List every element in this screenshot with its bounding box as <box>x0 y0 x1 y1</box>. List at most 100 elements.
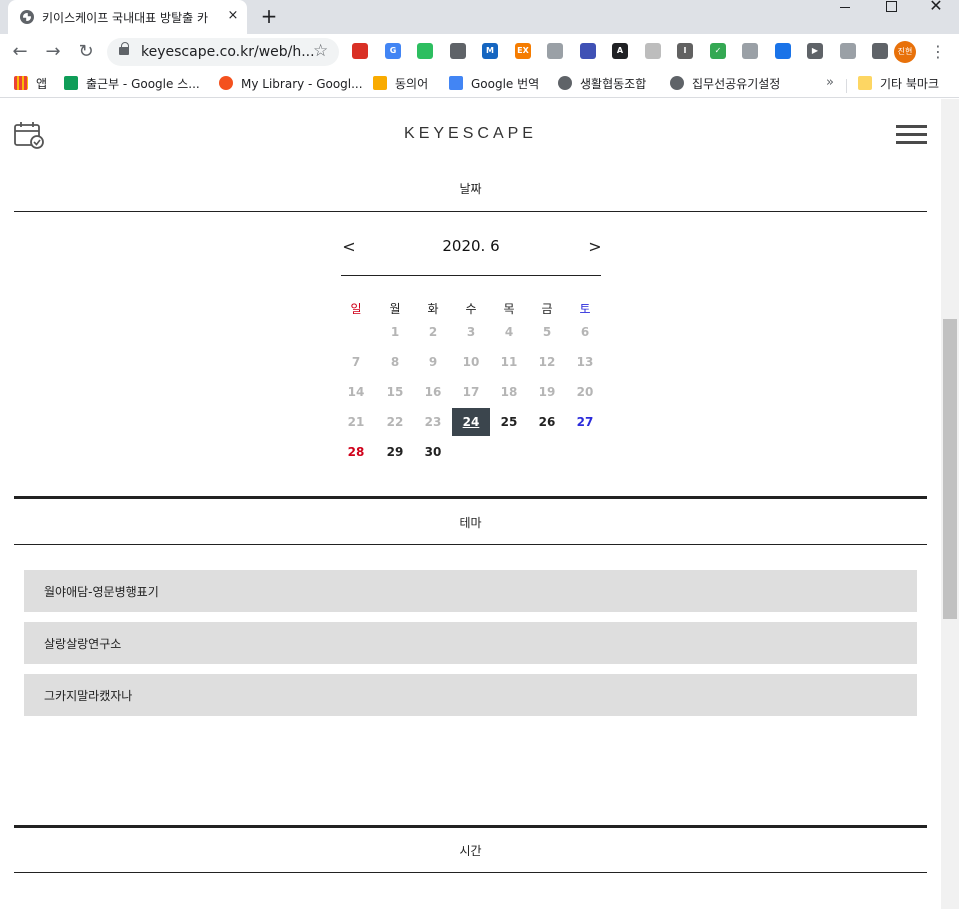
more-vert-icon[interactable]: ⋮ <box>930 42 946 62</box>
bookmark-synonyms[interactable]: 동의어 <box>373 75 428 93</box>
calendar-day[interactable]: 28 <box>337 438 375 466</box>
date-section-title: 날짜 <box>459 182 482 196</box>
tab-close-icon[interactable]: × <box>225 8 241 24</box>
puzzle-icon[interactable] <box>872 43 888 59</box>
window-minimize-button[interactable] <box>822 0 868 28</box>
calendar-day: 19 <box>538 385 556 399</box>
bookmark-shared-device[interactable]: 집무선공유기설정 <box>670 75 780 93</box>
browser-tab[interactable]: 키이스케이프 국내대표 방탈출 카 × <box>8 0 247 34</box>
month-navigator: 2020. 6 < > <box>341 234 601 276</box>
calendar-day[interactable]: 26 <box>528 408 566 436</box>
address-bar[interactable]: keyescape.co.kr/web/h... ☆ <box>107 38 339 66</box>
page-scrollbar[interactable] <box>941 99 959 909</box>
globe-icon <box>670 76 684 90</box>
profile-avatar[interactable]: 진현 <box>894 41 916 63</box>
calendar-day[interactable]: 27 <box>566 408 604 436</box>
play-icon[interactable]: ▶ <box>807 43 823 59</box>
window-maximize-button[interactable] <box>868 0 914 28</box>
bookmark-apps[interactable]: 앱 <box>14 75 47 93</box>
tab-title: 키이스케이프 국내대표 방탈출 카 <box>42 11 209 25</box>
weekday-wed: 수 <box>465 302 477 316</box>
browser-toolbar: ← → ↻ keyescape.co.kr/web/h... ☆ G M EX A I ✓… <box>0 34 959 70</box>
weekday-thu: 목 <box>503 302 515 316</box>
calendar-day: 7 <box>351 355 361 369</box>
calendar-day[interactable]: 25 <box>490 408 528 436</box>
calendar-day: 15 <box>386 385 404 399</box>
calendar-day: 21 <box>347 415 365 429</box>
font-icon[interactable]: A <box>612 43 628 59</box>
calendar-day[interactable]: 29 <box>376 438 414 466</box>
translate-icon[interactable]: G <box>385 43 401 59</box>
theme-label: 살랑살랑연구소 <box>44 637 122 651</box>
bookmark-my-library[interactable]: My Library - Googl... <box>219 75 363 93</box>
weekday-sun: 일 <box>350 302 362 316</box>
tab-strip: 키이스케이프 국내대표 방탈출 카 × + ✕ <box>0 0 959 34</box>
bookmark-coop[interactable]: 생활협동조합 <box>558 75 646 93</box>
calendar-day: 2 <box>428 325 438 339</box>
bookmark-attendance[interactable]: 출근부 - Google 스... <box>64 75 200 93</box>
bookmarks-overflow-button[interactable]: » <box>826 75 834 90</box>
calendar-day: 11 <box>500 355 518 369</box>
graduation-icon[interactable] <box>775 43 791 59</box>
sun-icon <box>373 76 387 90</box>
calendar-day-selected[interactable]: 24 <box>452 408 490 436</box>
calendar-day: 20 <box>576 385 594 399</box>
calendar-day: 17 <box>462 385 480 399</box>
calendar-day: 16 <box>424 385 442 399</box>
bookmark-red-icon[interactable] <box>352 43 368 59</box>
back-arrow-icon[interactable]: ← <box>7 40 33 64</box>
bookmark-star-icon[interactable]: ☆ <box>313 41 328 61</box>
web-page: KEYESCAPE 날짜 2020. 6 < > 일 월 화 수 목 금 토 1… <box>0 99 941 909</box>
mailtrack-icon[interactable]: M <box>482 43 498 59</box>
shield-green-icon[interactable]: ✓ <box>710 43 726 59</box>
divider <box>14 496 927 499</box>
cast-icon[interactable] <box>840 43 856 59</box>
screen-icon[interactable] <box>547 43 563 59</box>
new-tab-button[interactable]: + <box>258 6 280 28</box>
calendar-day: 22 <box>386 415 404 429</box>
shield-gray-icon[interactable] <box>742 43 758 59</box>
theme-option[interactable]: 그카지말라캤자나 <box>24 674 917 716</box>
calendar-day: 1 <box>390 325 400 339</box>
next-month-button[interactable]: > <box>587 239 603 255</box>
window-close-button[interactable]: ✕ <box>913 0 959 28</box>
theme-label: 그카지말라캤자나 <box>44 689 133 703</box>
bookmark-other-folder[interactable]: 기타 북마크 <box>858 75 939 93</box>
prev-month-button[interactable]: < <box>341 239 357 255</box>
theme-section-title: 테마 <box>459 516 482 530</box>
scrollbar-thumb[interactable] <box>943 319 957 619</box>
calendar-day: 18 <box>500 385 518 399</box>
bookmarks-bar: 앱 출근부 - Google 스... My Library - Googl..… <box>0 70 959 98</box>
cursor-icon[interactable] <box>645 43 661 59</box>
bookmarks-divider <box>846 79 847 93</box>
calendar-day: 8 <box>390 355 400 369</box>
calendar-day[interactable]: 30 <box>414 438 452 466</box>
pocket-icon[interactable] <box>450 43 466 59</box>
hamburger-menu-icon[interactable] <box>896 125 927 145</box>
url-text[interactable]: keyescape.co.kr/web/h... <box>141 44 315 60</box>
evernote-icon[interactable] <box>417 43 433 59</box>
theme-option[interactable]: 살랑살랑연구소 <box>24 622 917 664</box>
translate-icon <box>449 76 463 90</box>
calendar-day: 23 <box>424 415 442 429</box>
ex-icon[interactable]: EX <box>515 43 531 59</box>
calendar-day: 5 <box>542 325 552 339</box>
camera-icon[interactable] <box>580 43 596 59</box>
bookmark-google-translate[interactable]: Google 번역 <box>449 75 539 93</box>
globe-icon <box>558 76 572 90</box>
month-label: 2020. 6 <box>442 237 500 255</box>
site-logo[interactable]: KEYESCAPE <box>0 125 941 143</box>
apps-grid-icon <box>14 76 28 90</box>
weekday-header: 일 월 화 수 목 금 토 <box>338 300 604 318</box>
lock-icon <box>119 42 129 55</box>
divider <box>14 211 927 212</box>
month-divider <box>341 275 601 276</box>
theme-option[interactable]: 월야애담-영문병행표기 <box>24 570 917 612</box>
reload-icon[interactable]: ↻ <box>73 40 99 64</box>
forward-arrow-icon[interactable]: → <box>40 40 66 64</box>
folder-icon <box>858 76 872 90</box>
calendar-day: 13 <box>576 355 594 369</box>
info-icon[interactable]: I <box>677 43 693 59</box>
weekday-tue: 화 <box>427 302 439 316</box>
weekday-fri: 금 <box>541 302 553 316</box>
